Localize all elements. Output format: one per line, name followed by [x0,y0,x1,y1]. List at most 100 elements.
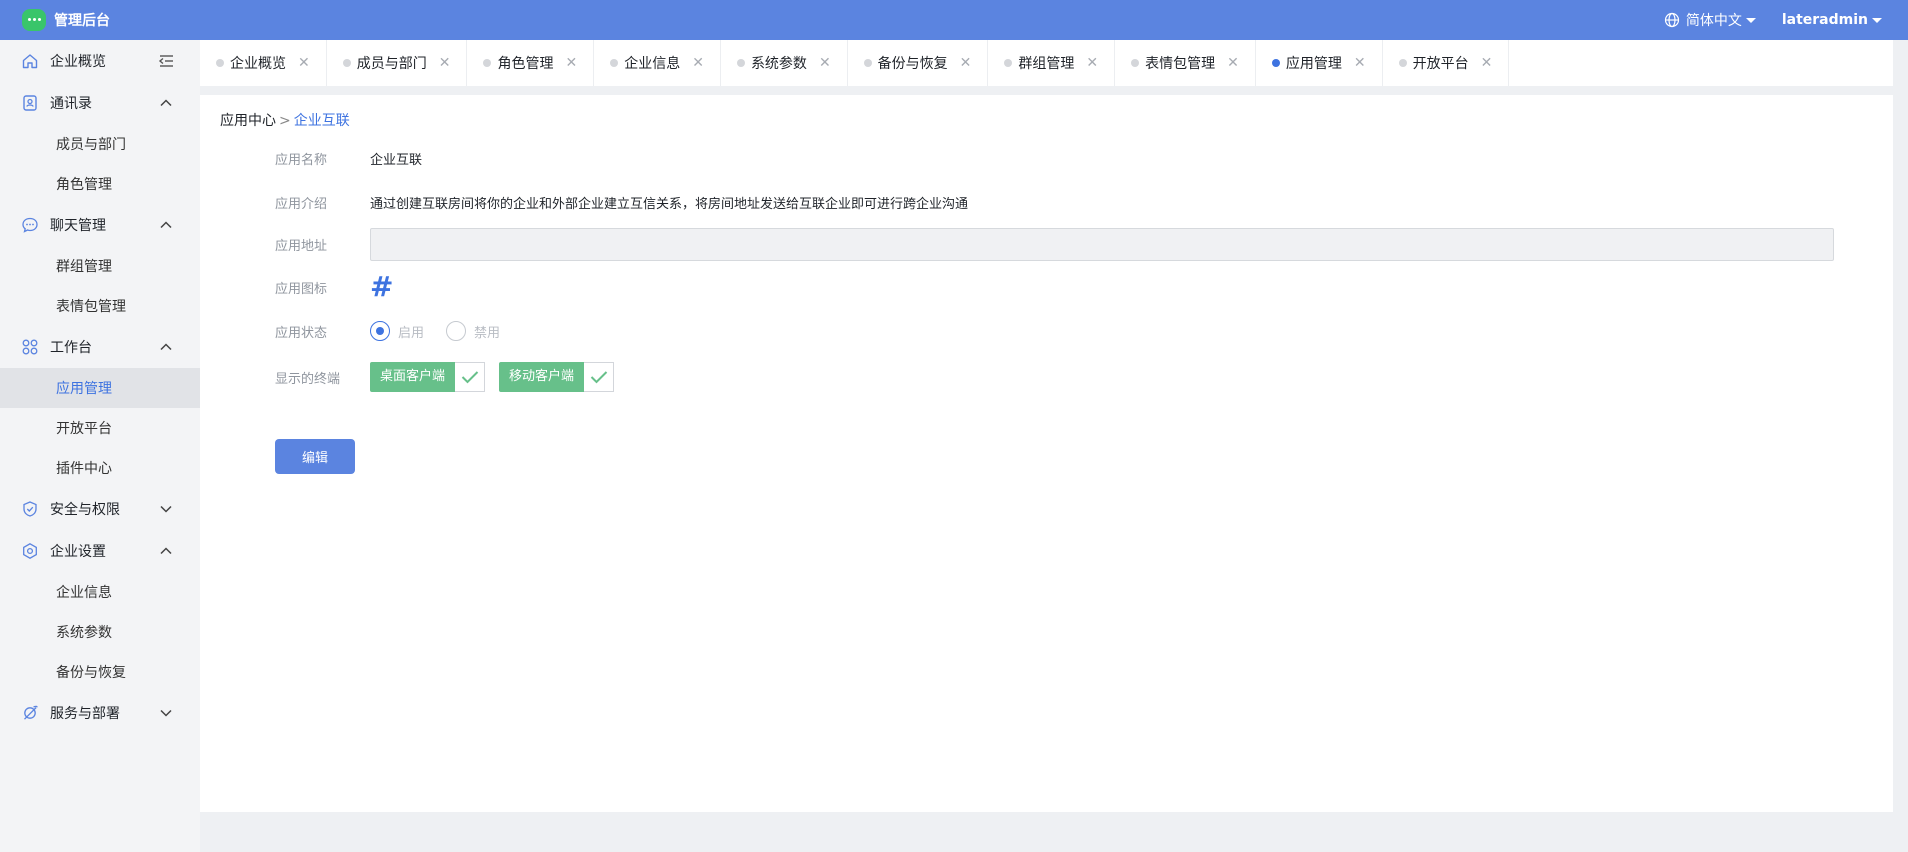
tab-dot-icon [1131,59,1140,67]
app-intro-value: 通过创建互联房间将你的企业和外部企业建立互信关系，将房间地址发送给互联企业即可进… [370,197,969,212]
sidebar-item-label: 群组管理 [56,259,112,275]
breadcrumb: 应用中心 > 企业互联 [220,110,350,130]
close-icon[interactable]: ✕ [819,55,831,71]
tab-label: 表情包管理 [1145,56,1216,72]
check-icon[interactable] [455,362,486,392]
app-name-label: 应用名称 [275,153,328,168]
chevron-up-icon [160,221,172,229]
close-icon[interactable]: ✕ [960,55,972,71]
tab-members[interactable]: 成员与部门 ✕ [327,40,468,86]
tab-dot-icon [1004,59,1013,67]
home-icon [21,52,39,70]
close-icon[interactable]: ✕ [1086,55,1098,71]
user-menu[interactable]: lateradmin [1782,12,1882,28]
status-disabled-radio[interactable]: 禁用 [446,321,500,341]
tab-dot-icon [736,59,745,67]
sidebar-group-service-deploy[interactable]: 服务与部署 [0,692,200,734]
username: lateradmin [1781,12,1868,28]
breadcrumb-parent[interactable]: 应用中心 [220,113,276,129]
tab-enterprise-info[interactable]: 企业信息 ✕ [594,40,721,86]
sidebar-item-members[interactable]: 成员与部门 [0,124,200,164]
tab-groups[interactable]: 群组管理 ✕ [988,40,1116,86]
sidebar-group-overview[interactable]: 企业概览 [0,40,200,82]
sidebar-group-enterprise-settings[interactable]: 企业设置 [0,530,200,572]
sidebar-item-roles[interactable]: 角色管理 [0,164,200,204]
sidebar-item-app-management[interactable]: 应用管理 [0,368,200,408]
language-selector[interactable]: 简体中文 [1664,10,1756,30]
check-icon[interactable] [584,362,615,392]
globe-icon [1664,12,1679,28]
tab-dot-icon [610,59,619,67]
sidebar-group-label: 服务与部署 [50,706,120,722]
tab-label: 成员与部门 [356,56,427,72]
terminal-tag: 移动客户端 [499,362,585,392]
tab-label: 角色管理 [497,56,554,72]
sidebar-item-label: 应用管理 [56,381,112,397]
edit-button[interactable]: 编辑 [275,439,355,474]
close-icon[interactable]: ✕ [1354,55,1366,71]
terminal-mobile[interactable]: 移动客户端 [499,362,615,392]
tab-system-params[interactable]: 系统参数 ✕ [721,40,848,86]
app-icon-row: 应用图标 # [275,273,393,301]
tab-bar: 企业概览 ✕ 成员与部门 ✕ 角色管理 ✕ 企业信息 ✕ 系统参数 ✕ 备份与恢复 ✕ 群组… [200,40,1893,86]
sidebar-item-label: 开放平台 [56,421,112,437]
chevron-down-icon [160,505,172,513]
sidebar-group-security[interactable]: 安全与权限 [0,488,200,530]
app-icon-label: 应用图标 [275,281,328,297]
radio-label: 启用 [398,325,425,341]
close-icon[interactable]: ✕ [692,55,704,71]
app-status-row: 应用状态 启用 禁用 [275,321,522,341]
close-icon[interactable]: ✕ [439,55,451,71]
tab-dot-icon [342,59,351,67]
close-icon[interactable]: ✕ [565,55,577,71]
tab-app-management[interactable]: 应用管理 ✕ [1256,40,1383,86]
sidebar: 企业概览 通讯录 成员与部门 角色管理 聊天管理 群组管理 表情包管理 工作台 … [0,40,200,852]
tab-dot-icon [863,59,872,67]
sidebar-item-stickers[interactable]: 表情包管理 [0,286,200,326]
collapse-menu-icon[interactable] [158,53,174,73]
close-icon[interactable]: ✕ [1227,55,1239,71]
app-address-row: 应用地址 [275,228,1834,261]
chevron-down-icon [160,709,172,717]
chat-icon [21,216,39,234]
app-address-input[interactable] [370,228,1834,261]
chevron-up-icon [160,99,172,107]
sidebar-group-chat[interactable]: 聊天管理 [0,204,200,246]
close-icon[interactable]: ✕ [298,55,310,71]
tab-backup-restore[interactable]: 备份与恢复 ✕ [848,40,989,86]
breadcrumb-current: 企业互联 [293,113,350,129]
main-content: 应用中心 > 企业互联 应用名称 企业互联 应用介绍 通过创建互联房间将你的企业和外… [200,95,1893,812]
sidebar-item-plugin-center[interactable]: 插件中心 [0,448,200,488]
tab-open-platform[interactable]: 开放平台 ✕ [1383,40,1510,86]
status-enabled-radio[interactable]: 启用 [370,321,424,341]
tab-label: 应用管理 [1285,56,1342,72]
breadcrumb-separator: > [279,113,291,129]
sidebar-item-label: 成员与部门 [56,137,126,153]
planet-icon [21,704,39,722]
sidebar-item-open-platform[interactable]: 开放平台 [0,408,200,448]
tab-label: 系统参数 [750,56,807,72]
sidebar-item-groups[interactable]: 群组管理 [0,246,200,286]
tab-overview[interactable]: 企业概览 ✕ [200,40,327,86]
sidebar-item-label: 角色管理 [56,177,112,193]
sidebar-item-label: 插件中心 [56,461,112,477]
contacts-icon [21,94,39,112]
logo: 管理后台 [22,9,110,31]
tab-stickers[interactable]: 表情包管理 ✕ [1115,40,1256,86]
sidebar-item-backup-restore[interactable]: 备份与恢复 [0,652,200,692]
sidebar-group-label: 安全与权限 [50,502,120,518]
terminals-row: 显示的终端 桌面客户端 移动客户端 [275,362,628,392]
sidebar-group-contacts[interactable]: 通讯录 [0,82,200,124]
sidebar-item-system-params[interactable]: 系统参数 [0,612,200,652]
sidebar-group-workbench[interactable]: 工作台 [0,326,200,368]
terminal-desktop[interactable]: 桌面客户端 [370,362,486,392]
tab-label: 企业概览 [230,56,286,72]
sidebar-item-enterprise-info[interactable]: 企业信息 [0,572,200,612]
close-icon[interactable]: ✕ [1481,55,1493,71]
shield-icon [21,500,39,518]
caret-down-icon [1745,17,1756,23]
tab-roles[interactable]: 角色管理 ✕ [467,40,595,86]
sidebar-item-label: 系统参数 [56,625,112,641]
caret-down-icon [1872,17,1882,23]
tab-dot-icon [216,59,224,67]
